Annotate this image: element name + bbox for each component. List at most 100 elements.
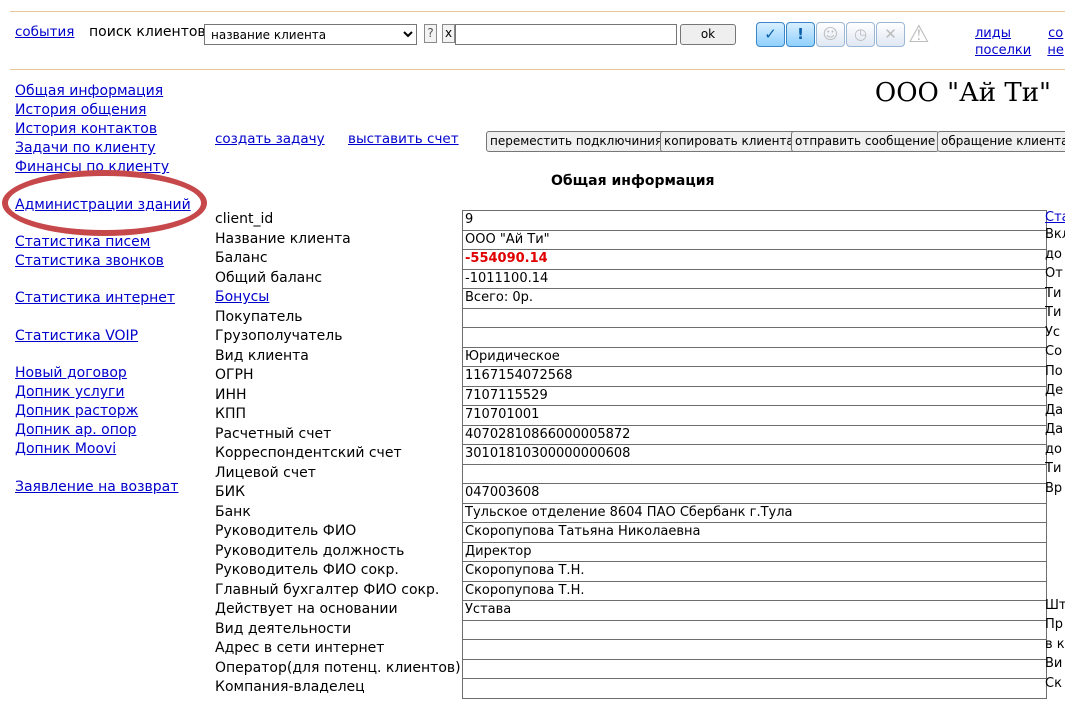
settlements-link[interactable]: поселки bbox=[975, 43, 1031, 58]
right-column-truncated: Ста Вкл до От Ти Ти Ус Со По Де Да Да до Ти Вр Шт Пр в к В… bbox=[1045, 210, 1065, 693]
field-label: Действует на основании bbox=[215, 601, 398, 617]
field-label: Банк bbox=[215, 503, 251, 520]
field-label: Руководитель ФИО bbox=[215, 523, 357, 539]
field-label: Название клиента bbox=[215, 230, 351, 247]
top-link-truncated-1[interactable]: со bbox=[1048, 26, 1063, 41]
exclamation-icon[interactable]: ! bbox=[786, 22, 815, 47]
field-value[interactable]: Скоропупова Татьяна Николаевна bbox=[462, 522, 1047, 543]
field-value[interactable] bbox=[462, 639, 1047, 660]
field-value[interactable]: Всего: 0р. bbox=[462, 288, 1047, 309]
field-label: Компания-владелец bbox=[215, 679, 365, 695]
search-field-select[interactable]: название клиента bbox=[204, 24, 417, 45]
field-value[interactable]: Юридическое bbox=[462, 346, 1047, 367]
field-value[interactable]: 047003608 bbox=[462, 483, 1047, 504]
field-value[interactable]: 7107115529 bbox=[462, 385, 1047, 406]
field-value[interactable]: Скоропупова Т.Н. bbox=[462, 561, 1047, 582]
nav-addendum-moovi[interactable]: Допник Moovi bbox=[15, 440, 205, 459]
field-value[interactable] bbox=[462, 619, 1047, 640]
right-column-item: От bbox=[1045, 266, 1063, 281]
smile-icon[interactable]: ☺ bbox=[816, 22, 845, 47]
field-label: Адрес в сети интернет bbox=[215, 640, 385, 656]
nav-addendum-termination[interactable]: Допник расторж bbox=[15, 402, 205, 421]
right-column-item: Шт bbox=[1045, 597, 1065, 613]
field-value[interactable] bbox=[462, 678, 1047, 699]
client-request-button[interactable]: обращение клиента bbox=[937, 131, 1065, 152]
field-label: Корреспондентский счет bbox=[215, 445, 402, 461]
move-connections-button[interactable]: переместить подключиния bbox=[486, 131, 667, 152]
check-icon[interactable]: ✓ bbox=[756, 22, 785, 47]
nav-voip-stats[interactable]: Статистика VOIP bbox=[15, 327, 205, 346]
nav-internet-stats[interactable]: Статистика интернет bbox=[15, 289, 205, 308]
ok-button[interactable]: ok bbox=[680, 24, 736, 45]
right-column-item: Ус bbox=[1045, 324, 1061, 340]
field-value[interactable]: Устава bbox=[462, 600, 1047, 621]
right-column-item: до bbox=[1045, 441, 1062, 457]
field-label: Руководитель ФИО сокр. bbox=[215, 562, 399, 578]
field-label: Лицевой счет bbox=[215, 464, 316, 481]
search-label: поиск клиентов bbox=[89, 24, 206, 40]
top-link-truncated-2[interactable]: не bbox=[1047, 43, 1064, 58]
right-column-item: Пр bbox=[1045, 617, 1064, 632]
right-column-item: Да bbox=[1045, 402, 1064, 418]
right-column-item: до bbox=[1045, 246, 1062, 262]
field-value[interactable] bbox=[462, 307, 1047, 328]
field-label: Расчетный счет bbox=[215, 425, 332, 442]
field-value[interactable]: -1011100.14 bbox=[462, 268, 1047, 289]
nav-building-administrations[interactable]: Администрации зданий bbox=[15, 196, 205, 215]
right-column-item bbox=[1045, 537, 1065, 557]
right-column-item: Со bbox=[1045, 344, 1063, 359]
nav-mail-stats[interactable]: Статистика писем bbox=[15, 233, 205, 252]
right-column-link[interactable]: Ста bbox=[1045, 210, 1065, 225]
clock-icon[interactable]: ◷ bbox=[846, 22, 875, 47]
nav-contacts-history[interactable]: История контактов bbox=[15, 120, 205, 139]
header-divider bbox=[10, 69, 1065, 70]
field-label: ИНН bbox=[215, 386, 247, 403]
right-column-item: По bbox=[1045, 363, 1063, 379]
right-column-item: Ви bbox=[1045, 656, 1063, 671]
field-value[interactable]: Скоропупова Т.Н. bbox=[462, 580, 1047, 601]
field-value[interactable] bbox=[462, 463, 1047, 484]
field-value[interactable]: Тульское отделение 8604 ПАО Сбербанк г.Т… bbox=[462, 502, 1047, 523]
nav-communication-history[interactable]: История общения bbox=[15, 101, 205, 120]
events-link[interactable]: события bbox=[15, 24, 74, 40]
nav-call-stats[interactable]: Статистика звонков bbox=[15, 252, 205, 271]
field-value[interactable]: 1167154072568 bbox=[462, 366, 1047, 387]
search-input[interactable] bbox=[455, 24, 677, 45]
clear-button[interactable]: x bbox=[442, 24, 455, 43]
bonuses-link[interactable]: Бонусы bbox=[215, 289, 269, 305]
right-column-item: Де bbox=[1045, 383, 1064, 398]
top-divider bbox=[10, 11, 1065, 12]
create-task-link[interactable]: создать задачу bbox=[215, 131, 325, 147]
nav-general-info[interactable]: Общая информация bbox=[15, 82, 205, 101]
field-value[interactable]: Директор bbox=[462, 541, 1047, 562]
copy-client-button[interactable]: копировать клиента bbox=[660, 131, 798, 152]
field-value[interactable] bbox=[462, 327, 1047, 348]
field-value[interactable] bbox=[462, 658, 1047, 679]
field-label: Грузополучатель bbox=[215, 328, 343, 344]
field-label: Вид клиента bbox=[215, 347, 309, 364]
nav-client-tasks[interactable]: Задачи по клиенту bbox=[15, 139, 205, 158]
nav-addendum-services[interactable]: Допник услуги bbox=[15, 383, 205, 402]
issue-invoice-link[interactable]: выставить счет bbox=[348, 131, 459, 147]
field-value[interactable]: 710701001 bbox=[462, 405, 1047, 426]
field-label: Вид деятельности bbox=[215, 620, 352, 637]
right-column-item: Да bbox=[1045, 422, 1064, 437]
nav-refund-request[interactable]: Заявление на возврат bbox=[15, 478, 205, 497]
nav-addendum-pole-rent[interactable]: Допник ар. опор bbox=[15, 421, 205, 440]
leads-link[interactable]: лиды bbox=[975, 26, 1011, 41]
field-value[interactable]: 40702810866000005872 bbox=[462, 424, 1047, 445]
right-column-item: Ск bbox=[1045, 675, 1062, 691]
cross-icon[interactable]: ✕ bbox=[876, 22, 905, 47]
field-label: КПП bbox=[215, 406, 246, 422]
nav-client-finance[interactable]: Финансы по клиенту bbox=[15, 158, 205, 177]
section-heading: Общая информация bbox=[551, 173, 715, 189]
help-button[interactable]: ? bbox=[424, 24, 437, 43]
field-value[interactable]: 9 bbox=[462, 210, 1047, 231]
field-value[interactable]: ООО "Ай Ти" bbox=[462, 229, 1047, 250]
field-value[interactable]: 30101810300000000608 bbox=[462, 444, 1047, 465]
right-column-item: Ти bbox=[1045, 305, 1062, 320]
field-value[interactable]: -554090.14 bbox=[462, 249, 1047, 270]
field-label: client_id bbox=[215, 211, 274, 227]
send-message-button[interactable]: отправить сообщение bbox=[791, 131, 940, 152]
nav-new-contract[interactable]: Новый договор bbox=[15, 364, 205, 383]
